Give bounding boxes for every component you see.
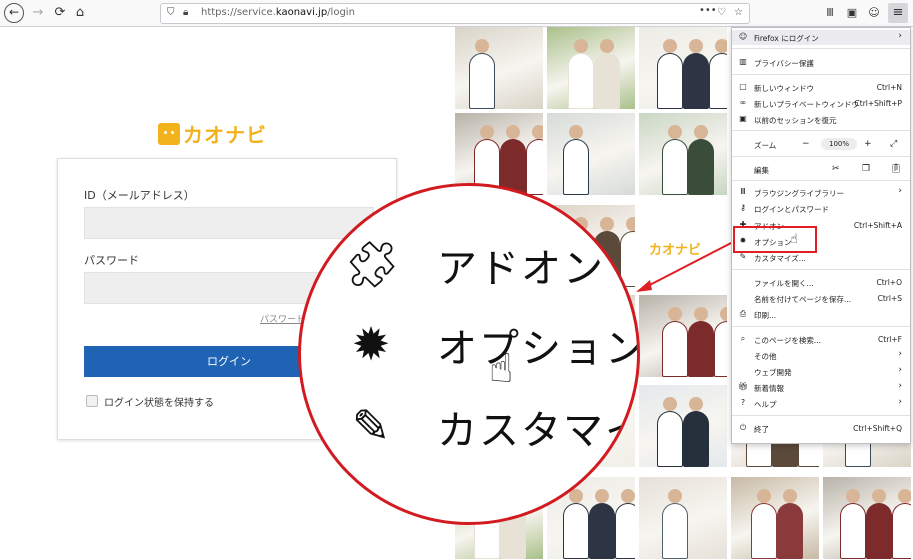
menu-signin[interactable]: ☺ Firefox にログイン › [732,30,910,45]
key-icon: ⚷ [740,203,746,212]
menu-new-window[interactable]: ▢ 新しいウィンドウ Ctrl+N [732,80,910,95]
mask-icon: ∞ [739,98,747,107]
mag-row-options: ✹ オプション ☝ [301,306,640,392]
divider [732,48,910,49]
paste-icon[interactable]: 📋︎ [890,164,901,174]
gift-icon: 🎁︎ [738,382,749,391]
menu-zoom: ズーム − 100% + ⤢ [754,138,898,150]
menu-open-file[interactable]: ファイルを開く... Ctrl+O [732,275,910,290]
options-highlight-box [733,226,817,253]
paintbrush-icon: ✎ [739,252,747,261]
chevron-right-icon: › [898,349,902,359]
magnifier-callout: 🧩︎ アドオン ✹ オプション ☝ ✎ カスタマイズ [298,183,640,525]
divider [732,415,910,416]
zoom-reset-button[interactable]: 100% [821,138,857,150]
divider [732,130,910,131]
gear-icon: ✹ [351,317,391,371]
screenshot-root: ← → ⟳ ⌂ ⛉ 🔒︎ https://service.kaonavi.jp/… [0,0,913,560]
chevron-right-icon: › [898,365,902,375]
mag-row-customize: ✎ カスタマイズ [301,388,637,458]
menu-library[interactable]: Ⅲ ブラウジングライブラリー › [732,185,910,200]
menu-private-window[interactable]: ∞ 新しいプライベートウィンドウ Ctrl+Shift+P [732,96,910,111]
chevron-right-icon: › [898,397,902,407]
search-icon: ⌕ [740,334,746,343]
hand-cursor-icon: ☝ [489,346,514,392]
cut-icon[interactable]: ✂ [832,164,840,174]
restore-icon: ▣ [739,114,747,123]
menu-more[interactable]: その他 › [732,348,910,363]
account-icon: ☺ [738,32,748,41]
mag-row-addons: 🧩︎ アドオン [301,226,637,296]
divider [732,269,910,270]
menu-restore-session[interactable]: ▣ 以前のセッションを復元 [732,112,910,127]
window-icon: ▢ [739,82,747,91]
mag-options-label: オプション [437,326,640,372]
library-icon: Ⅲ [740,187,746,196]
divider [732,180,910,181]
divider [732,156,910,157]
menu-edit: 編集 ✂ ❐ 📋︎ [754,164,902,175]
chevron-right-icon: › [898,186,902,196]
menu-web-dev[interactable]: ウェブ開発 › [732,364,910,379]
chart-icon: ▥ [739,57,747,66]
menu-save-page[interactable]: 名前を付けてページを保存... Ctrl+S [732,291,910,306]
divider [732,74,910,75]
menu-logins[interactable]: ⚷ ログインとパスワード [732,201,910,216]
mag-customize-label: カスタマイズ [437,408,637,454]
menu-print[interactable]: ⎙ 印刷... [732,307,910,322]
menu-whats-new[interactable]: 🎁︎ 新着情報 › [732,380,910,395]
copy-icon[interactable]: ❐ [862,164,870,174]
puzzle-icon: 🧩︎ [343,237,402,291]
printer-icon: ⎙ [739,309,747,318]
menu-help[interactable]: ? ヘルプ › [732,396,910,411]
zoom-in-button[interactable]: + [864,139,872,149]
chevron-right-icon: › [898,31,902,41]
menu-privacy[interactable]: ▥ プライバシー保護 [732,55,910,70]
zoom-out-button[interactable]: − [802,139,810,149]
mag-addons-label: アドオン [437,246,605,292]
help-icon: ? [740,398,746,407]
chevron-right-icon: › [898,381,902,391]
power-icon: ⏻ [739,423,747,432]
divider [732,326,910,327]
menu-exit[interactable]: ⏻ 終了 Ctrl+Shift+Q [732,421,910,436]
fullscreen-icon[interactable]: ⤢ [890,139,897,149]
menu-find[interactable]: ⌕ このページを検索... Ctrl+F [732,332,910,347]
paintbrush-icon: ✎ [351,399,391,453]
